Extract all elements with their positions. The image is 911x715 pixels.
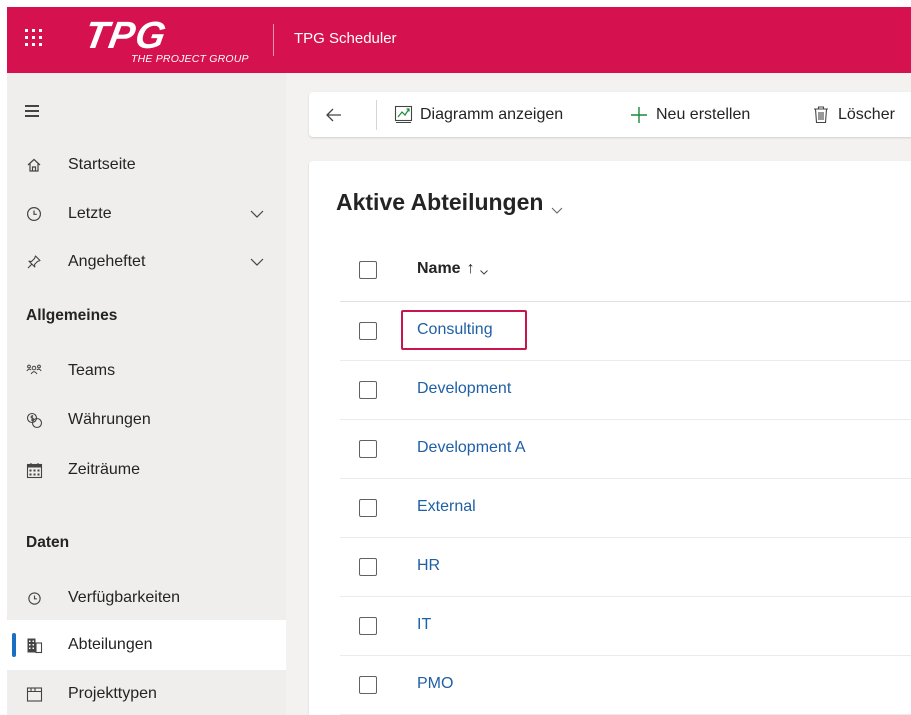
table-row[interactable]: Development <box>340 361 911 420</box>
delete-label: Löscher <box>838 105 895 123</box>
plus-icon <box>629 105 649 125</box>
row-checkbox[interactable] <box>359 676 377 694</box>
sidebar-item-angeheftet[interactable]: Angeheftet <box>7 242 286 282</box>
grid-header: Name ↑ <box>340 239 911 302</box>
sidebar-item-waehrungen[interactable]: Währungen <box>7 400 286 440</box>
sidebar-item-label: Abteilungen <box>68 636 153 653</box>
clock-icon <box>25 205 43 223</box>
table-row[interactable]: HR <box>340 538 911 597</box>
create-new-button[interactable]: Neu erstellen <box>629 92 750 137</box>
sidebar-item-projekttypen[interactable]: Projekttypen <box>7 674 286 714</box>
app-title[interactable]: TPG Scheduler <box>294 30 397 47</box>
view-selector[interactable]: Aktive Abteilungen <box>336 189 564 216</box>
sidebar-item-label: Verfügbarkeiten <box>68 589 181 606</box>
sidebar-section-title: Daten <box>26 534 70 551</box>
table-row[interactable]: Consulting <box>340 302 911 361</box>
row-checkbox[interactable] <box>359 617 377 635</box>
sidebar-item-letzte[interactable]: Letzte <box>7 194 286 234</box>
sidebar-section-title: Allgemeines <box>26 307 118 324</box>
row-name-link[interactable]: Development A <box>417 439 526 457</box>
sidebar: Startseite Letzte Angeheftet Allgemeines <box>7 73 286 715</box>
command-bar: Diagramm anzeigen Neu erstellen Löscher <box>309 92 911 137</box>
records-grid: Name ↑ Consulting Development Developmen… <box>340 239 911 715</box>
chevron-down-icon[interactable] <box>248 204 266 222</box>
grid-panel: Aktive Abteilungen Name ↑ Consulting Dev… <box>309 161 911 715</box>
clock-icon <box>25 589 43 607</box>
sidebar-item-verfuegbarkeiten[interactable]: Verfügbarkeiten <box>7 578 286 618</box>
back-arrow-icon[interactable] <box>323 104 345 126</box>
sidebar-item-label: Angeheftet <box>68 253 146 270</box>
building-icon <box>25 636 43 654</box>
show-chart-button[interactable]: Diagramm anzeigen <box>393 92 563 137</box>
sort-ascending-icon: ↑ <box>466 260 475 277</box>
folder-icon <box>25 685 43 703</box>
people-icon <box>25 362 43 380</box>
table-row[interactable]: IT <box>340 597 911 656</box>
row-checkbox[interactable] <box>359 322 377 340</box>
show-chart-label: Diagramm anzeigen <box>420 105 564 123</box>
app-header: TPG THE PROJECT GROUP TPG Scheduler <box>7 7 911 73</box>
row-name-link[interactable]: PMO <box>417 675 453 693</box>
chevron-down-icon <box>479 264 489 275</box>
row-name-link[interactable]: Development <box>417 380 511 398</box>
active-indicator <box>12 633 16 657</box>
row-name-link[interactable]: External <box>417 498 476 516</box>
sidebar-item-abteilungen[interactable]: Abteilungen <box>7 620 286 670</box>
column-header-label: Name <box>417 260 461 277</box>
chart-icon <box>393 105 413 125</box>
table-row[interactable]: Development A <box>340 420 911 479</box>
main-content: Diagramm anzeigen Neu erstellen Löscher … <box>286 73 911 715</box>
home-icon <box>25 156 43 174</box>
row-name-link[interactable]: IT <box>417 616 431 634</box>
app-window: TPG THE PROJECT GROUP TPG Scheduler Star… <box>7 7 911 715</box>
command-bar-divider <box>376 100 377 130</box>
row-name-link[interactable]: Consulting <box>417 321 493 339</box>
row-checkbox[interactable] <box>359 440 377 458</box>
logo-text: TPG <box>81 15 170 57</box>
row-name-link[interactable]: HR <box>417 557 440 575</box>
sidebar-item-label: Teams <box>68 362 116 379</box>
sidebar-item-label: Startseite <box>68 156 136 173</box>
logo-subtitle: THE PROJECT GROUP <box>131 53 249 65</box>
view-title: Aktive Abteilungen <box>336 189 544 215</box>
pin-icon <box>25 253 43 271</box>
sidebar-item-label: Zeiträume <box>68 461 141 478</box>
delete-button[interactable]: Löscher <box>811 92 895 137</box>
table-row[interactable]: PMO <box>340 656 911 715</box>
row-checkbox[interactable] <box>359 499 377 517</box>
sidebar-item-zeitraeume[interactable]: Zeiträume <box>7 450 286 490</box>
table-row[interactable]: External <box>340 479 911 538</box>
sidebar-item-label: Projekttypen <box>68 685 157 702</box>
chevron-down-icon <box>550 196 564 214</box>
currency-icon <box>25 411 43 429</box>
sidebar-item-teams[interactable]: Teams <box>7 351 286 391</box>
tpg-logo[interactable]: TPG THE PROJECT GROUP <box>81 15 265 66</box>
column-header-name[interactable]: Name ↑ <box>417 260 489 278</box>
sidebar-item-label: Währungen <box>68 411 151 428</box>
create-new-label: Neu erstellen <box>656 105 751 123</box>
chevron-down-icon[interactable] <box>248 252 266 270</box>
row-checkbox[interactable] <box>359 381 377 399</box>
sidebar-item-startseite[interactable]: Startseite <box>7 145 286 185</box>
calendar-icon <box>25 461 43 479</box>
app-launcher-icon[interactable] <box>23 27 45 49</box>
row-checkbox[interactable] <box>359 558 377 576</box>
select-all-checkbox[interactable] <box>359 261 377 279</box>
trash-icon <box>811 105 831 125</box>
sidebar-item-label: Letzte <box>68 205 112 222</box>
header-divider <box>273 24 274 56</box>
hamburger-menu-icon[interactable] <box>25 105 41 117</box>
